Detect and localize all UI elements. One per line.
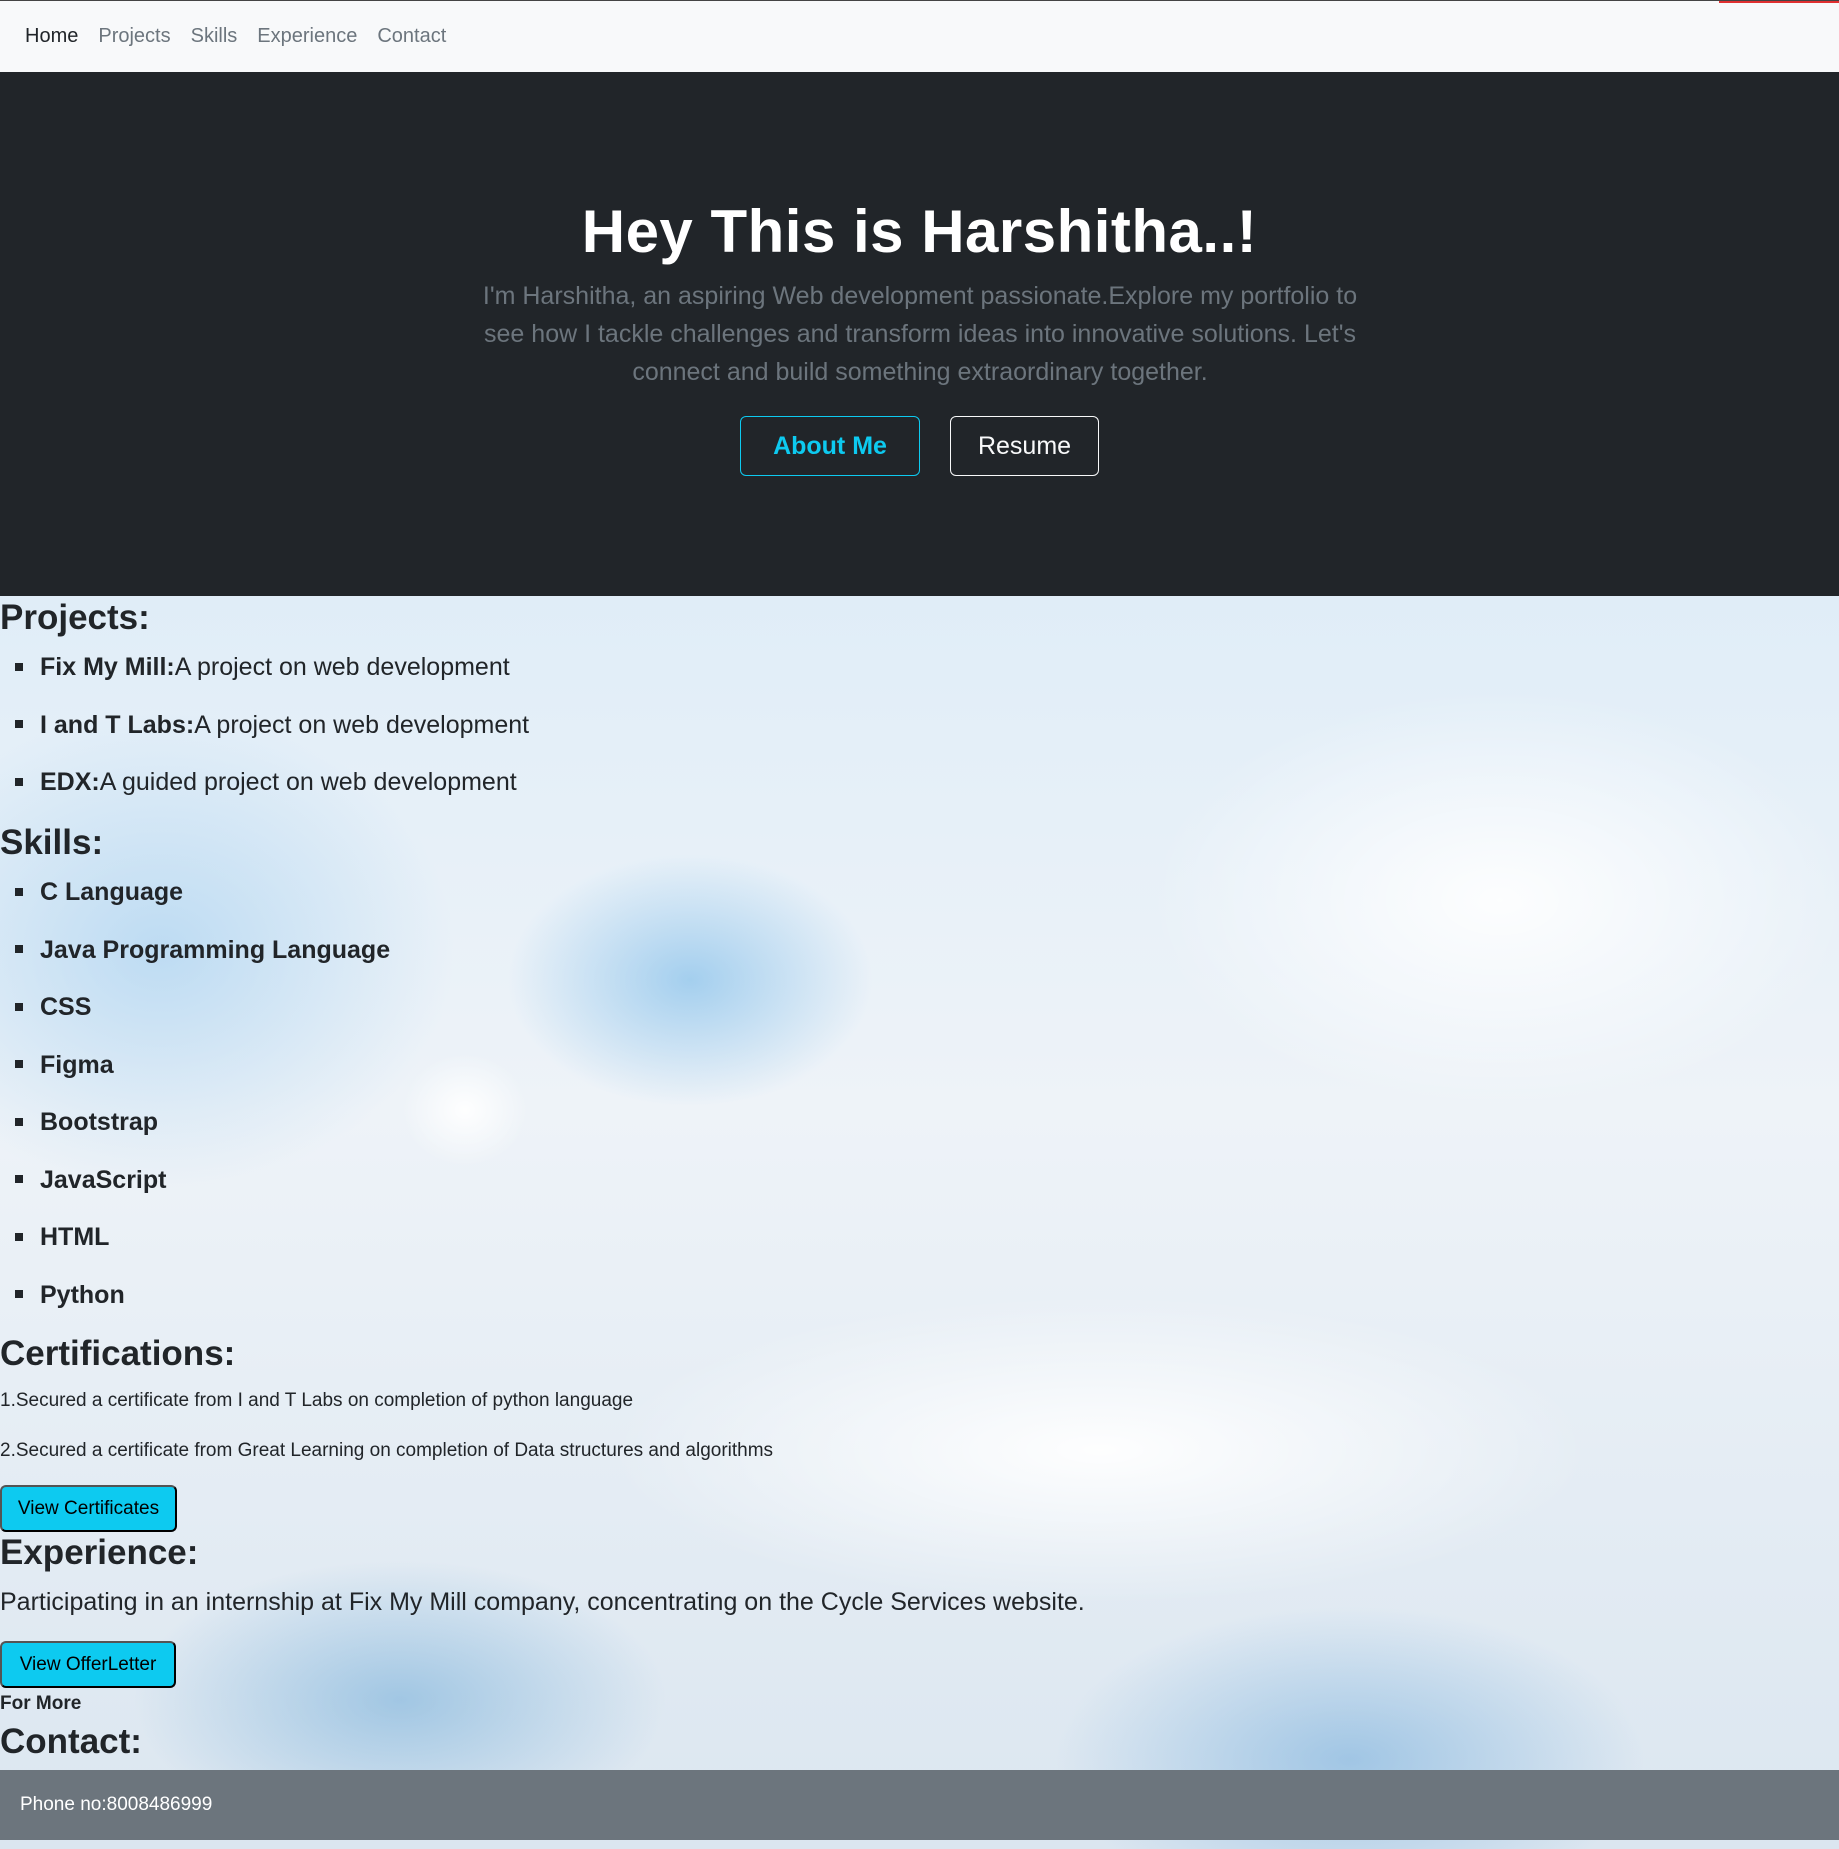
projects-list: Fix My Mill: A project on web developmen…: [0, 639, 529, 812]
project-item: EDX: A guided project on web development: [0, 754, 529, 812]
projects-heading: Projects:: [0, 598, 150, 637]
skill-item: Bootstrap: [0, 1094, 390, 1152]
hero-subtitle: I'm Harshitha, an aspiring Web developme…: [482, 282, 1358, 386]
skill-label: JavaScript: [40, 1165, 167, 1194]
skill-item: C Language: [0, 864, 390, 922]
experience-heading: Experience:: [0, 1533, 199, 1572]
experience-text: Participating in an internship at Fix My…: [0, 1588, 1085, 1616]
project-name: I and T Labs:: [40, 710, 195, 739]
skill-label: HTML: [40, 1223, 110, 1252]
skill-item: CSS: [0, 979, 390, 1037]
skills-heading: Skills:: [0, 823, 104, 862]
nav-projects-link[interactable]: Projects: [98, 25, 170, 48]
certifications-heading: Certifications:: [0, 1334, 236, 1373]
view-offer-letter-button[interactable]: View OfferLetter: [0, 1641, 176, 1688]
nav-experience-link[interactable]: Experience: [257, 25, 357, 48]
nav-home-link[interactable]: Home: [25, 25, 78, 48]
certification-item: 2.Secured a certificate from Great Learn…: [0, 1440, 774, 1461]
about-me-button[interactable]: About Me: [740, 416, 920, 476]
project-name: EDX:: [40, 768, 100, 797]
skill-label: Bootstrap: [40, 1108, 159, 1137]
contact-heading: Contact:: [0, 1722, 142, 1761]
project-name: Fix My Mill:: [40, 653, 175, 682]
project-item: Fix My Mill: A project on web developmen…: [0, 639, 529, 697]
project-desc: A project on web development: [194, 710, 530, 739]
skill-label: C Language: [40, 878, 184, 907]
skill-item: Python: [0, 1267, 390, 1325]
project-item: I and T Labs: A project on web developme…: [0, 697, 529, 755]
hero-section: Hey This is Harshitha..! I'm Harshitha, …: [0, 72, 1839, 596]
phone-number: Phone no:8008486999: [20, 1794, 213, 1815]
skill-item: JavaScript: [0, 1152, 390, 1210]
skill-label: Python: [40, 1280, 125, 1309]
skill-label: Java Programming Language: [40, 935, 391, 964]
for-more-link[interactable]: For More: [0, 1693, 81, 1715]
nav-contact-link[interactable]: Contact: [377, 25, 446, 48]
nav-skills-link[interactable]: Skills: [191, 25, 238, 48]
hero-title: Hey This is Harshitha..!: [581, 198, 1258, 265]
hero-buttons: About Me Resume: [0, 416, 1839, 476]
skill-label: Figma: [40, 1050, 114, 1079]
view-certificates-button[interactable]: View Certificates: [0, 1485, 177, 1532]
skills-list: C Language Java Programming Language CSS…: [0, 864, 390, 1324]
project-desc: A project on web development: [174, 653, 510, 682]
skill-item: Java Programming Language: [0, 922, 390, 980]
skill-label: CSS: [40, 993, 92, 1022]
skill-item: HTML: [0, 1209, 390, 1267]
project-desc: A guided project on web development: [99, 768, 517, 797]
contact-footer: Phone no:8008486999: [0, 1770, 1839, 1840]
resume-button[interactable]: Resume: [950, 416, 1099, 476]
skill-item: Figma: [0, 1037, 390, 1095]
certification-item: 1.Secured a certificate from I and T Lab…: [0, 1390, 634, 1411]
navbar: Home Projects Skills Experience Contact: [0, 0, 1839, 72]
navbar-red-accent: [1719, 1, 1839, 3]
